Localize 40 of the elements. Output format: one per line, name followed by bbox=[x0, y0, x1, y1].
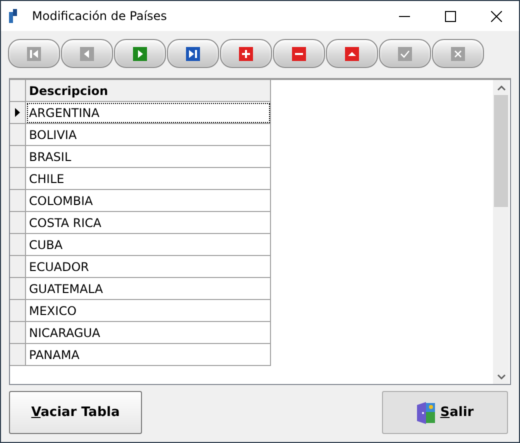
table-cell[interactable]: CHILE bbox=[26, 168, 271, 190]
table-cell[interactable]: BRASIL bbox=[26, 146, 271, 168]
table-cell[interactable]: ARGENTINA bbox=[26, 102, 271, 124]
table-cell[interactable]: PANAMA bbox=[26, 344, 271, 366]
table-cell[interactable]: MEXICO bbox=[26, 300, 271, 322]
scroll-down-icon[interactable] bbox=[496, 374, 506, 380]
next-icon bbox=[133, 46, 147, 60]
door-icon bbox=[416, 402, 436, 424]
minus-icon bbox=[292, 46, 306, 60]
table-cell[interactable]: COSTA RICA bbox=[26, 212, 271, 234]
table-cell[interactable]: BOLIVIA bbox=[26, 124, 271, 146]
table-cell[interactable]: NICARAGUA bbox=[26, 322, 271, 344]
table-cell[interactable]: COLOMBIA bbox=[26, 190, 271, 212]
table-cell[interactable]: CUBA bbox=[26, 234, 271, 256]
checkmark-icon bbox=[398, 46, 412, 60]
toolbar-button[interactable] bbox=[167, 39, 219, 68]
window-title: Modificación de Países bbox=[32, 8, 167, 25]
table-cell[interactable]: ECUADOR bbox=[26, 256, 271, 278]
close-icon bbox=[490, 10, 502, 22]
maximize-icon bbox=[444, 10, 456, 22]
last-record-icon bbox=[186, 46, 200, 60]
triangle-up-icon bbox=[345, 46, 359, 60]
previous-icon bbox=[80, 46, 94, 60]
current-row-icon bbox=[15, 108, 20, 117]
clear-table-button[interactable]: Vaciar Tabla bbox=[9, 391, 142, 434]
toolbar-button[interactable] bbox=[114, 39, 166, 68]
row-indicator[interactable] bbox=[10, 102, 26, 124]
scrollbar[interactable] bbox=[493, 80, 509, 384]
toolbar-button[interactable] bbox=[220, 39, 272, 68]
app-icon bbox=[9, 9, 18, 23]
toolbar-button[interactable] bbox=[326, 39, 378, 68]
scroll-thumb[interactable] bbox=[494, 95, 508, 207]
exit-button[interactable]: Salir bbox=[382, 391, 508, 434]
scroll-up-icon[interactable] bbox=[496, 85, 506, 91]
first-record-icon bbox=[27, 46, 41, 60]
table-cell[interactable]: GUATEMALA bbox=[26, 278, 271, 300]
x-icon bbox=[451, 46, 465, 60]
toolbar-button[interactable] bbox=[273, 39, 325, 68]
column-header[interactable]: Descripcion bbox=[26, 80, 271, 102]
plus-icon bbox=[239, 46, 253, 60]
